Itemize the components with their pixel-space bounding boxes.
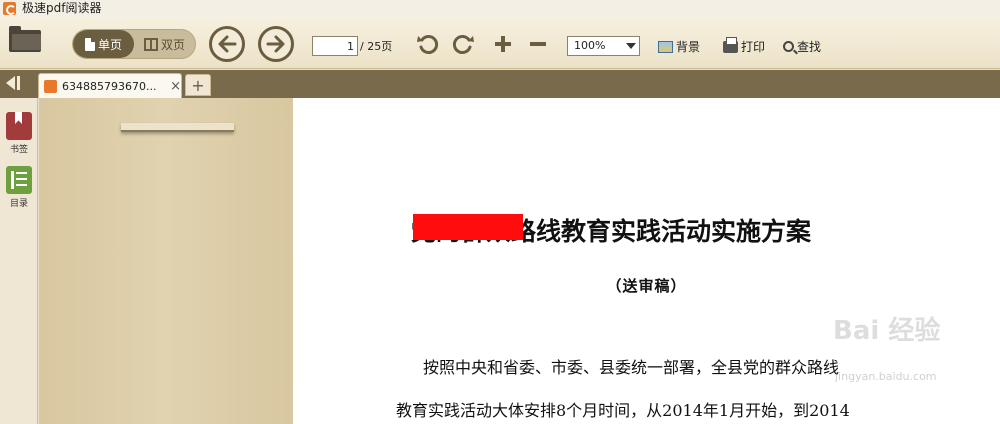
toolbar: 单页 双页 / 25页 [0,17,1000,69]
open-file-button[interactable] [8,26,42,55]
document-page: 党的群众路线教育实践活动实施方案 （送审稿） 按照中央和省委、市委、县委统一部署… [293,98,1000,424]
tab-bar: 634885793670... × + [0,70,1000,98]
zoom-in-button[interactable] [491,31,515,57]
search-icon [783,41,794,52]
page-total: / 25页 [360,40,393,53]
plus-icon [495,36,511,52]
sidebar-resize-handle[interactable] [121,123,234,132]
rotate-cw-icon [452,35,474,54]
chevron-down-icon [626,43,636,49]
tab-label: 634885793670... [62,79,157,93]
watermark-url: jingyan.baidu.com [835,370,937,383]
bookmark-icon [6,112,32,140]
background-image-icon [658,40,673,53]
close-tab-button[interactable]: × [170,80,181,93]
collapse-sidebar-button[interactable] [6,76,24,92]
app-logo-icon [3,2,16,15]
document-subtitle: （送审稿） [606,277,687,295]
background-label: 背景 [676,40,701,54]
printer-icon [723,36,738,53]
title-bar: 极速pdf阅读器 [0,0,1000,17]
redaction-mark [413,214,523,240]
arrow-left-icon [218,35,237,53]
bookmarks-label: 书签 [9,145,28,155]
left-rail: 书签 目录 [0,98,38,424]
zoom-value: 100% [574,39,606,52]
find-label: 查找 [797,40,822,54]
document-text-line: 按照中央和省委、市委、县委统一部署，全县党的群众路线 [423,358,840,377]
double-page-label: 双页 [160,37,185,52]
collapse-bar [17,76,20,90]
page-number-input[interactable] [312,36,358,56]
previous-page-button[interactable] [209,26,245,62]
folder-icon [9,26,41,52]
single-page-button[interactable]: 单页 [73,30,134,58]
rotate-ccw-icon [417,35,439,54]
print-label: 打印 [741,40,766,54]
new-tab-button[interactable]: + [185,74,211,96]
rotate-right-button[interactable] [450,31,476,57]
double-page-button[interactable]: 双页 [134,30,195,58]
toc-label: 目录 [9,199,28,209]
toc-button[interactable]: 目录 [3,166,35,209]
bookmarks-button[interactable]: 书签 [3,112,35,155]
minus-icon [530,42,546,46]
sidebar-panel [39,98,293,424]
window-title: 极速pdf阅读器 [22,1,102,15]
list-icon [6,166,32,194]
arrow-right-icon [266,35,285,53]
pdf-file-icon [44,79,57,93]
next-page-button[interactable] [258,26,294,62]
watermark: Bai 经验 [833,316,941,346]
page-mode-toggle: 单页 双页 [72,29,196,59]
rotate-left-button[interactable] [415,31,441,57]
collapse-left-icon [6,76,15,90]
document-text-line: 教育实践活动大体安排8个月时间，从2014年1月开始，到2014 [396,401,850,420]
print-button[interactable]: 打印 [723,36,766,55]
background-button[interactable]: 背景 [658,38,700,55]
double-page-icon [143,37,158,51]
single-page-label: 单页 [97,37,122,52]
zoom-out-button[interactable] [526,31,550,57]
zoom-select[interactable]: 100% [567,36,640,56]
document-tab[interactable]: 634885793670... × [38,73,182,98]
find-button[interactable]: 查找 [783,38,821,55]
single-page-icon [84,37,95,51]
